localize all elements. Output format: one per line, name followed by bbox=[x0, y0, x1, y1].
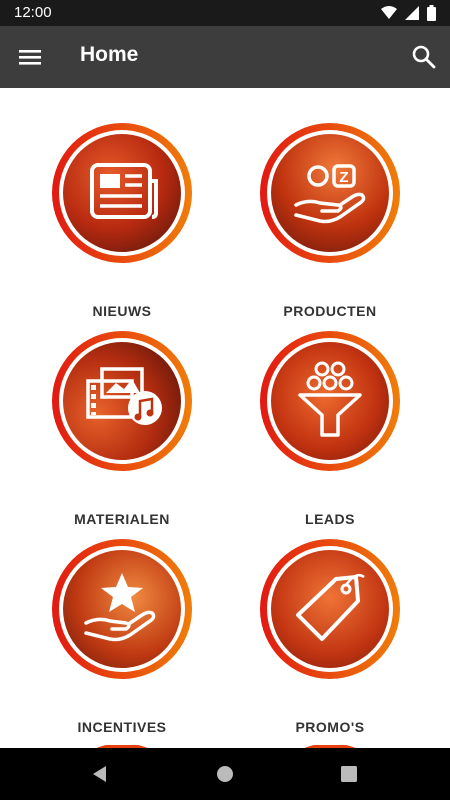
menu-icon[interactable] bbox=[14, 43, 46, 71]
tile-label: LEADS bbox=[305, 511, 355, 527]
wifi-icon bbox=[381, 6, 397, 19]
status-time: 12:00 bbox=[14, 4, 52, 21]
status-icons bbox=[381, 5, 436, 21]
hand-star-icon bbox=[52, 539, 192, 679]
battery-icon bbox=[427, 5, 436, 21]
back-icon[interactable] bbox=[88, 762, 112, 786]
app-bar: Home bbox=[0, 26, 450, 88]
newspaper-icon bbox=[52, 123, 192, 263]
search-icon[interactable] bbox=[410, 43, 438, 71]
tile-producten[interactable]: Z PRODUCTEN bbox=[240, 123, 420, 323]
signal-icon bbox=[405, 6, 419, 20]
tile-incentives[interactable]: INCENTIVES bbox=[32, 539, 212, 739]
tile-label: PROMO'S bbox=[295, 719, 365, 735]
tile-label: MATERIALEN bbox=[74, 511, 170, 527]
page-title: Home bbox=[80, 43, 139, 66]
tile-label: INCENTIVES bbox=[77, 719, 167, 735]
tile-label: PRODUCTEN bbox=[283, 303, 377, 319]
media-icon bbox=[52, 331, 192, 471]
home-icon[interactable] bbox=[213, 762, 237, 786]
tile-leads[interactable]: LEADS bbox=[240, 331, 420, 531]
svg-text:Z: Z bbox=[339, 169, 348, 186]
funnel-icon bbox=[260, 331, 400, 471]
recents-icon[interactable] bbox=[337, 762, 361, 786]
tile-materialen[interactable]: MATERIALEN bbox=[32, 331, 212, 531]
tile-promos[interactable]: PROMO'S bbox=[240, 539, 420, 739]
home-grid: NIEUWS Z PRODUCTEN MATERIALEN LEADS INCE… bbox=[0, 88, 450, 748]
tag-icon bbox=[260, 539, 400, 679]
hand-products-icon: Z bbox=[260, 123, 400, 263]
tile-label: NIEUWS bbox=[92, 303, 152, 319]
status-bar: 12:00 bbox=[0, 0, 450, 26]
system-nav-bar bbox=[0, 748, 450, 800]
tile-nieuws[interactable]: NIEUWS bbox=[32, 123, 212, 323]
